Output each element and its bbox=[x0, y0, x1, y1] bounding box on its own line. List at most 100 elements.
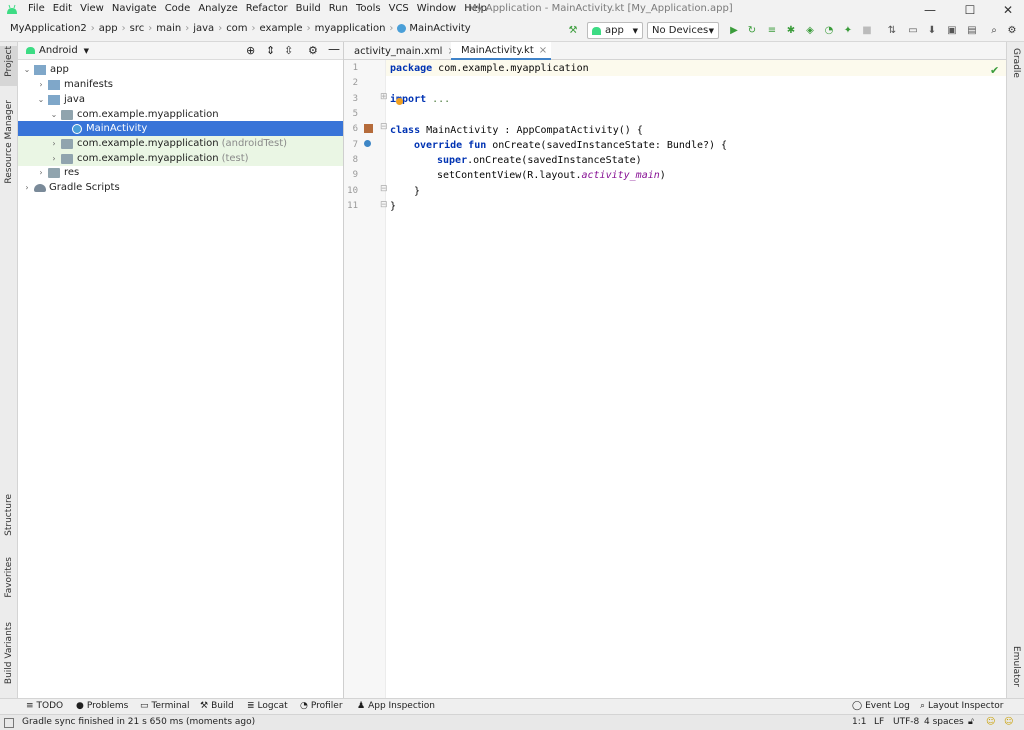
file-encoding[interactable]: UTF-8 bbox=[893, 717, 919, 727]
attach-debugger-icon[interactable]: ✦ bbox=[841, 23, 855, 37]
run-icon[interactable]: ▶ bbox=[727, 23, 741, 37]
expand-all-icon[interactable]: ⇕ bbox=[266, 44, 275, 57]
breadcrumb-src[interactable]: src bbox=[130, 23, 145, 34]
tab-structure[interactable]: Structure bbox=[0, 494, 18, 554]
breadcrumb-app[interactable]: app bbox=[99, 23, 118, 34]
code-line-6[interactable]: class MainActivity : AppCompatActivity()… bbox=[390, 125, 643, 136]
tab-gradle[interactable]: Gradle bbox=[1011, 48, 1021, 81]
menu-view[interactable]: View bbox=[80, 3, 104, 14]
tool-todo[interactable]: ≡ TODO bbox=[26, 701, 63, 711]
breadcrumb-java[interactable]: java bbox=[193, 23, 214, 34]
lock-icon[interactable]: 🔓︎ bbox=[968, 717, 974, 727]
tree-item-mainactivity[interactable]: MainActivity bbox=[18, 121, 343, 136]
tool-terminal[interactable]: ▭ Terminal bbox=[140, 701, 190, 711]
device-manager-icon[interactable]: ▣ bbox=[945, 23, 959, 37]
stop-icon[interactable]: ■ bbox=[860, 23, 874, 37]
menu-code[interactable]: Code bbox=[165, 3, 191, 14]
feedback-icon[interactable]: ☺ bbox=[1004, 717, 1013, 727]
check-icon[interactable]: ✔ bbox=[990, 64, 999, 77]
tab-build-variants[interactable]: Build Variants bbox=[0, 622, 18, 692]
line-separator[interactable]: LF bbox=[874, 717, 884, 727]
tree-item-manifests[interactable]: › manifests bbox=[18, 77, 343, 92]
bulb-icon[interactable] bbox=[396, 98, 403, 105]
tree-item-package[interactable]: ⌄ com.example.myapplication bbox=[18, 107, 343, 122]
device-select[interactable]: No Devices ▼ bbox=[647, 22, 719, 39]
run-gutter-icon[interactable] bbox=[364, 124, 373, 133]
menu-window[interactable]: Window bbox=[417, 3, 456, 14]
override-gutter-icon[interactable] bbox=[364, 140, 371, 147]
menu-navigate[interactable]: Navigate bbox=[112, 3, 157, 14]
apply-code-icon[interactable]: ≡ bbox=[765, 23, 779, 37]
sdk-manager-icon[interactable]: ⬇ bbox=[925, 23, 939, 37]
menu-build[interactable]: Build bbox=[296, 3, 321, 14]
code-line-1[interactable]: package com.example.myapplication bbox=[390, 63, 589, 74]
code-line-9[interactable]: setContentView(R.layout.activity_main) bbox=[437, 170, 666, 181]
tree-item-androidtest-package[interactable]: › com.example.myapplication (androidTest… bbox=[18, 136, 343, 151]
tree-item-java[interactable]: ⌄ java bbox=[18, 92, 343, 107]
apply-changes-icon[interactable]: ↻ bbox=[745, 23, 759, 37]
menu-tools[interactable]: Tools bbox=[356, 3, 381, 14]
line-number: 9 bbox=[352, 170, 358, 180]
sync-icon[interactable]: ⇅ bbox=[885, 23, 899, 37]
code-line-11[interactable]: } bbox=[390, 201, 396, 212]
menu-file[interactable]: File bbox=[28, 3, 45, 14]
profile-icon[interactable]: ◔ bbox=[822, 23, 836, 37]
settings-icon[interactable]: ⚙ bbox=[1005, 23, 1019, 37]
gear-icon[interactable]: ⚙ bbox=[308, 44, 318, 57]
tool-logcat[interactable]: ≣ Logcat bbox=[247, 701, 288, 711]
debug-icon[interactable]: ✱ bbox=[784, 23, 798, 37]
hammer-icon[interactable]: ⚒ bbox=[566, 23, 580, 37]
minimize-button[interactable]: — bbox=[908, 0, 952, 19]
fold-icon[interactable]: ⊞ bbox=[380, 92, 388, 102]
tree-item-gradle-scripts[interactable]: › Gradle Scripts bbox=[18, 180, 343, 195]
tree-item-res[interactable]: › res bbox=[18, 165, 343, 180]
fold-icon[interactable]: ⊟ bbox=[380, 184, 388, 194]
caret-position[interactable]: 1:1 bbox=[852, 717, 866, 727]
code-line-8[interactable]: super.onCreate(savedInstanceState) bbox=[437, 155, 642, 166]
fold-icon[interactable]: ⊟ bbox=[380, 122, 388, 132]
menu-refactor[interactable]: Refactor bbox=[246, 3, 288, 14]
menu-vcs[interactable]: VCS bbox=[389, 3, 409, 14]
tab-activity-main-xml[interactable]: activity_main.xml × bbox=[344, 42, 456, 60]
menu-analyze[interactable]: Analyze bbox=[198, 3, 237, 14]
locate-icon[interactable]: ⊕ bbox=[246, 44, 255, 57]
close-icon[interactable]: × bbox=[539, 45, 547, 56]
project-structure-icon[interactable]: ▤ bbox=[965, 23, 979, 37]
indent-setting[interactable]: 4 spaces bbox=[924, 717, 964, 727]
breadcrumb-com[interactable]: com bbox=[226, 23, 247, 34]
tree-item-test-package[interactable]: › com.example.myapplication (test) bbox=[18, 151, 343, 166]
project-view-select[interactable]: Android ▼ bbox=[26, 45, 89, 56]
tool-event-log[interactable]: ◯ Event Log bbox=[852, 701, 910, 711]
breadcrumb-myapplication[interactable]: myapplication bbox=[315, 23, 386, 34]
status-message[interactable]: Gradle sync finished in 21 s 650 ms (mom… bbox=[22, 717, 255, 727]
memory-indicator-icon[interactable]: ☺ bbox=[986, 717, 995, 727]
toggle-panels-icon[interactable] bbox=[4, 718, 14, 728]
breadcrumb-example[interactable]: example bbox=[260, 23, 303, 34]
close-button[interactable]: ✕ bbox=[986, 0, 1024, 19]
collapse-all-icon[interactable]: ⇳ bbox=[284, 44, 293, 57]
tab-project[interactable]: Project bbox=[0, 46, 18, 86]
run-config-select[interactable]: app ▼ bbox=[587, 22, 643, 39]
hide-panel-icon[interactable]: — bbox=[328, 42, 340, 56]
menu-edit[interactable]: Edit bbox=[53, 3, 72, 14]
tab-resource-manager[interactable]: Resource Manager bbox=[0, 100, 18, 190]
code-line-10[interactable]: } bbox=[414, 186, 420, 197]
avd-manager-icon[interactable]: ▭ bbox=[906, 23, 920, 37]
tool-problems[interactable]: ● Problems bbox=[76, 701, 128, 711]
tool-profiler[interactable]: ◔ Profiler bbox=[300, 701, 343, 711]
breadcrumb-mainactivity[interactable]: MainActivity bbox=[409, 23, 470, 34]
breadcrumb-main[interactable]: main bbox=[156, 23, 181, 34]
tab-emulator[interactable]: Emulator bbox=[1011, 646, 1021, 690]
tool-layout-inspector[interactable]: ⌕ Layout Inspector bbox=[920, 701, 1003, 711]
tree-item-app[interactable]: ⌄ app bbox=[18, 62, 343, 77]
tab-mainactivity-kt[interactable]: MainActivity.kt × bbox=[451, 42, 551, 60]
coverage-icon[interactable]: ◈ bbox=[803, 23, 817, 37]
breadcrumb-project[interactable]: MyApplication2 bbox=[10, 23, 87, 34]
fold-icon[interactable]: ⊟ bbox=[380, 200, 388, 210]
tool-build[interactable]: ⚒ Build bbox=[200, 701, 234, 711]
tab-favorites[interactable]: Favorites bbox=[0, 557, 18, 617]
menu-run[interactable]: Run bbox=[329, 3, 348, 14]
search-icon[interactable]: ⌕ bbox=[987, 23, 1001, 37]
code-line-7[interactable]: override fun onCreate(savedInstanceState… bbox=[414, 140, 727, 151]
tool-app-inspection[interactable]: ♟ App Inspection bbox=[357, 701, 435, 711]
